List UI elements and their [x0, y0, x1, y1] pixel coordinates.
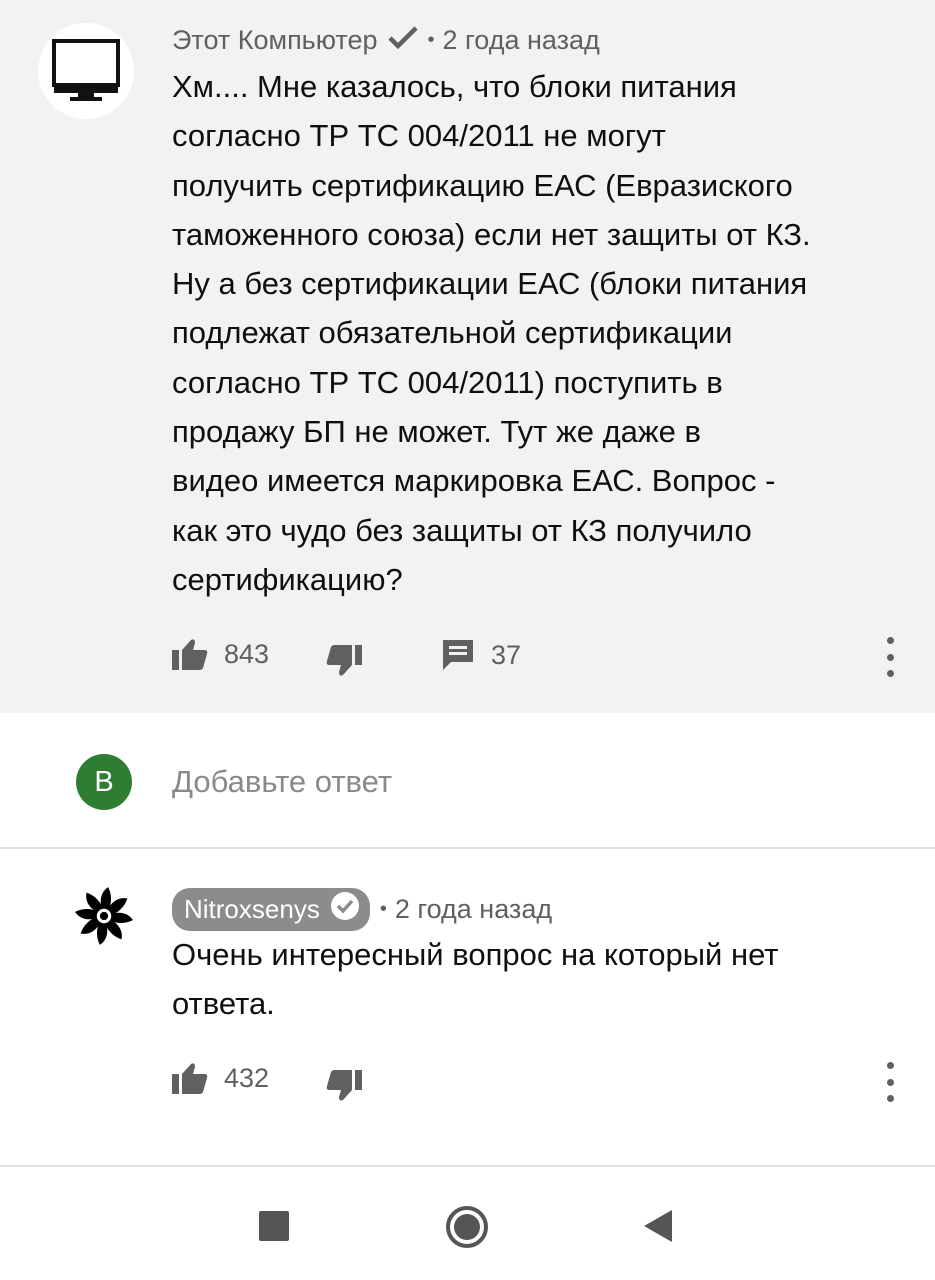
comment-text: Хм.... Мне казалось, что блоки питания с… — [172, 62, 912, 604]
comment-text-line: Ну а без сертификации ЕАС (блоки питания — [172, 266, 808, 302]
like-button[interactable]: 843 — [172, 638, 269, 670]
thumbs-up-icon — [172, 1063, 208, 1094]
thumbs-down-icon — [326, 645, 362, 676]
checkmark-icon — [387, 25, 418, 56]
comment-text-line: согласно ТР ТС 004/2011) поступить в — [172, 364, 723, 400]
reply-count: 37 — [491, 639, 522, 670]
replies-button[interactable]: 37 — [441, 638, 521, 672]
comment-text-line: как это чудо без защиты от КЗ получило — [172, 512, 752, 548]
comment-time[interactable]: 2 года назад — [443, 25, 600, 56]
verified-icon — [330, 891, 360, 928]
home-icon[interactable] — [445, 1205, 489, 1249]
reply-text-line: Очень интересный вопрос на который нет — [172, 937, 779, 972]
add-reply-section — [0, 713, 935, 848]
comment-text-line: подлежат обязательной сертификации — [172, 315, 733, 351]
separator-dot: • — [427, 29, 435, 51]
thumbs-up-icon — [172, 639, 208, 670]
comment-text-line: продажу БП не может. Тут же даже в — [172, 414, 701, 450]
like-count: 843 — [224, 638, 270, 669]
author-avatar[interactable] — [38, 23, 134, 119]
comment-meta: Этот Компьютер • 2 года назад — [172, 25, 600, 56]
thumbs-down-icon — [326, 1070, 362, 1101]
user-avatar[interactable]: В — [76, 754, 132, 810]
like-count: 432 — [224, 1062, 270, 1093]
author-name: Nitroxsenys — [184, 894, 320, 924]
reply-text-line: ответа. — [172, 986, 275, 1022]
add-reply-input[interactable]: Добавьте ответ — [172, 764, 392, 800]
dislike-button[interactable] — [326, 1070, 362, 1102]
reply-time[interactable]: 2 года назад — [395, 894, 552, 925]
dislike-button[interactable] — [326, 645, 362, 677]
like-button[interactable]: 432 — [172, 1062, 269, 1094]
comment-icon — [443, 640, 473, 670]
author-badge[interactable]: Nitroxsenys — [172, 888, 370, 931]
divider — [0, 1165, 935, 1167]
recent-apps-icon[interactable] — [259, 1211, 289, 1241]
author-name[interactable]: Этот Компьютер — [172, 25, 378, 56]
comment-text-line: таможенного союза) если нет защиты от КЗ… — [172, 216, 811, 252]
fan-icon[interactable] — [73, 885, 135, 947]
reply-text: Очень интересный вопрос на который нет о… — [172, 930, 912, 1029]
more-options-icon[interactable] — [880, 1062, 900, 1102]
separator-dot: • — [379, 898, 387, 920]
monitor-icon — [52, 39, 120, 101]
comment-text-line: получить сертификацию ЕАС (Евразиского — [172, 167, 793, 203]
comment-text-line: Хм.... Мне казалось, что блоки питания — [172, 69, 737, 104]
divider — [0, 847, 935, 849]
more-options-icon[interactable] — [880, 637, 900, 677]
reply-meta: Nitroxsenys • 2 года назад — [172, 888, 552, 931]
back-icon[interactable] — [642, 1209, 674, 1243]
comment-text-line: согласно ТР ТС 004/2011 не могут — [172, 118, 666, 154]
comment-text-line: видео имеется маркировка ЕАС. Вопрос - — [172, 463, 776, 499]
comment-text-line: сертификацию? — [172, 561, 403, 597]
